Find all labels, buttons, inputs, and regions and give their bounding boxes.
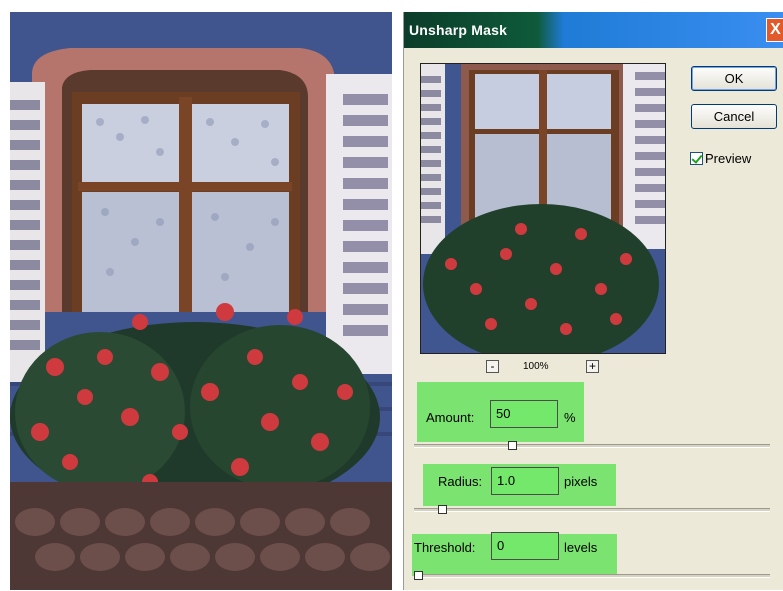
dialog-title: Unsharp Mask bbox=[409, 22, 508, 38]
radius-slider-thumb[interactable] bbox=[438, 505, 447, 514]
zoom-out-button[interactable]: - bbox=[486, 360, 499, 373]
radius-input[interactable]: 1.0 bbox=[491, 467, 559, 495]
threshold-unit: levels bbox=[564, 540, 598, 555]
radius-unit: pixels bbox=[564, 474, 598, 489]
amount-label: Amount: bbox=[426, 410, 475, 425]
zoom-in-button[interactable]: + bbox=[586, 360, 599, 373]
close-icon: X bbox=[770, 21, 781, 38]
photo-canvas bbox=[10, 12, 392, 590]
threshold-input[interactable]: 0 bbox=[491, 532, 559, 560]
unsharp-mask-dialog: Unsharp Mask X OK Cancel Preview - 100% … bbox=[403, 12, 783, 590]
title-bar[interactable]: Unsharp Mask X bbox=[404, 12, 783, 48]
threshold-slider[interactable] bbox=[414, 571, 770, 580]
threshold-label: Threshold: bbox=[414, 540, 476, 555]
preview-checkbox-row[interactable]: Preview bbox=[690, 151, 751, 166]
zoom-level: 100% bbox=[523, 361, 549, 372]
window-photo bbox=[10, 12, 392, 590]
zoom-in-icon: + bbox=[588, 359, 596, 373]
zoom-out-icon: - bbox=[490, 359, 495, 373]
amount-unit: % bbox=[564, 410, 576, 425]
zoom-controls: - 100% + bbox=[486, 360, 599, 376]
amount-slider-thumb[interactable] bbox=[508, 441, 517, 450]
amount-slider[interactable] bbox=[414, 441, 770, 450]
radius-label: Radius: bbox=[438, 474, 483, 489]
cancel-button[interactable]: Cancel bbox=[691, 104, 777, 129]
radius-slider[interactable] bbox=[414, 505, 770, 514]
threshold-slider-thumb[interactable] bbox=[414, 571, 423, 580]
preview-label: Preview bbox=[705, 151, 752, 166]
preview-checkbox[interactable] bbox=[690, 152, 703, 165]
preview-image bbox=[421, 64, 665, 353]
amount-input[interactable]: 50 bbox=[490, 400, 558, 428]
ok-button[interactable]: OK bbox=[691, 66, 777, 91]
preview-window[interactable] bbox=[420, 63, 666, 354]
close-button[interactable]: X bbox=[766, 18, 783, 42]
